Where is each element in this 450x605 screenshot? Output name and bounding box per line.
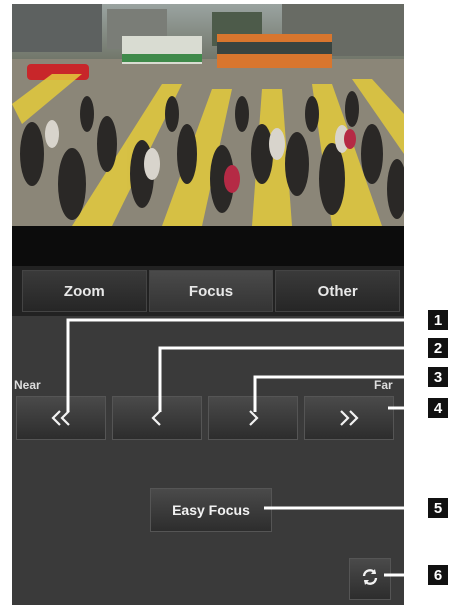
focus-near-fast-button[interactable] bbox=[16, 396, 106, 440]
focus-near-step-button[interactable] bbox=[112, 396, 202, 440]
tab-focus[interactable]: Focus bbox=[148, 270, 274, 312]
focus-far-step-button[interactable] bbox=[208, 396, 298, 440]
callout-5: 5 bbox=[428, 498, 448, 518]
tab-bar: Zoom Focus Other bbox=[12, 266, 404, 316]
focus-far-fast-button[interactable] bbox=[304, 396, 394, 440]
camera-control-panel: Zoom Focus Other Near Far Easy Focus bbox=[12, 4, 404, 605]
tab-other[interactable]: Other bbox=[275, 270, 401, 312]
callout-3: 3 bbox=[428, 367, 448, 387]
far-label: Far bbox=[374, 378, 393, 392]
easy-focus-button[interactable]: Easy Focus bbox=[150, 488, 272, 532]
chevron-right-icon bbox=[246, 409, 260, 427]
double-chevron-right-icon bbox=[337, 409, 361, 427]
chevron-left-icon bbox=[150, 409, 164, 427]
callout-6: 6 bbox=[428, 565, 448, 585]
live-camera-view bbox=[12, 4, 404, 226]
double-chevron-left-icon bbox=[49, 409, 73, 427]
refresh-button[interactable] bbox=[349, 558, 391, 600]
callout-1: 1 bbox=[428, 310, 448, 330]
refresh-icon bbox=[360, 567, 380, 592]
callout-4: 4 bbox=[428, 398, 448, 418]
callout-2: 2 bbox=[428, 338, 448, 358]
near-label: Near bbox=[14, 378, 41, 392]
tab-zoom[interactable]: Zoom bbox=[22, 270, 147, 312]
video-letterbox bbox=[12, 226, 404, 266]
